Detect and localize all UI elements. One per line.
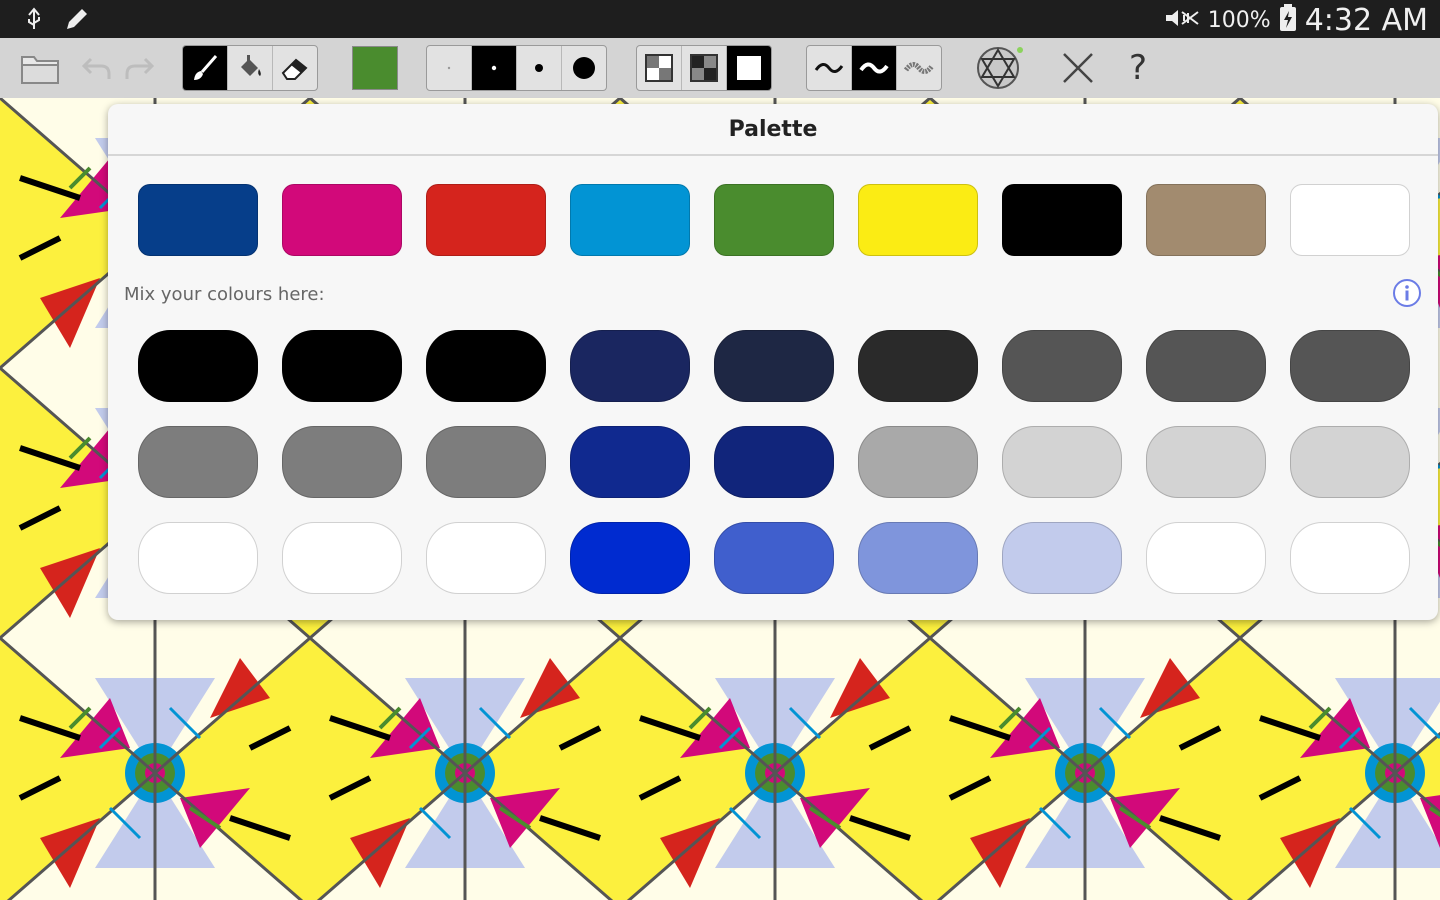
help-button[interactable]: ? [1118, 45, 1158, 91]
current-color-swatch[interactable] [352, 46, 398, 90]
size-medium-button[interactable] [517, 46, 562, 90]
mix-color-swatch[interactable] [282, 330, 402, 402]
mix-color-swatch[interactable] [714, 522, 834, 594]
palette-title: Palette [108, 104, 1438, 156]
mix-color-swatch[interactable] [1146, 522, 1266, 594]
undo-button[interactable] [78, 45, 116, 91]
redo-icon [125, 57, 155, 79]
status-bar: 100% 4:32 AM [0, 0, 1440, 38]
square-solid-icon [737, 56, 761, 80]
kaleidoscope-icon [977, 47, 1023, 89]
stroke-bold-button[interactable] [852, 46, 897, 90]
mix-color-swatch[interactable] [138, 426, 258, 498]
wave-textured-icon [903, 62, 935, 74]
redo-button[interactable] [120, 45, 158, 91]
usb-icon [22, 7, 46, 35]
size-tiny-button[interactable] [427, 46, 472, 90]
battery-percent: 100% [1207, 7, 1271, 33]
mix-color-swatch[interactable] [138, 330, 258, 402]
base-color-swatch[interactable] [138, 184, 258, 256]
info-icon [1393, 279, 1421, 307]
mix-colours-label: Mix your colours here: [124, 284, 325, 305]
tool-group [182, 45, 318, 91]
mix-color-swatch[interactable] [1146, 330, 1266, 402]
mix-color-swatch[interactable] [1146, 426, 1266, 498]
fill-bucket-icon [241, 55, 261, 76]
eraser-tool-button[interactable] [273, 46, 317, 90]
toolbar: ? [0, 38, 1440, 99]
mix-color-swatch[interactable] [570, 330, 690, 402]
mix-color-swatch[interactable] [282, 522, 402, 594]
mix-color-swatch[interactable] [1002, 330, 1122, 402]
stroke-smooth-button[interactable] [807, 46, 852, 90]
mix-color-swatch[interactable] [426, 522, 546, 594]
dot-tiny-icon [447, 66, 451, 70]
base-color-swatch[interactable] [858, 184, 978, 256]
base-color-swatch[interactable] [714, 184, 834, 256]
opacity-medium-button[interactable] [682, 46, 727, 90]
open-folder-button[interactable] [18, 45, 62, 91]
base-color-swatch[interactable] [1146, 184, 1266, 256]
wave-thin-icon [814, 63, 844, 73]
dot-large-icon [573, 57, 595, 79]
wave-bold-icon [859, 62, 889, 74]
mix-row [138, 330, 1410, 402]
opacity-low-button[interactable] [637, 46, 682, 90]
mix-color-swatch[interactable] [858, 426, 978, 498]
mix-color-swatch[interactable] [138, 522, 258, 594]
base-color-swatch[interactable] [1290, 184, 1410, 256]
base-color-swatch[interactable] [1002, 184, 1122, 256]
opacity-full-button[interactable] [727, 46, 771, 90]
checker-dark-icon [690, 54, 718, 82]
opacity-group [636, 45, 772, 91]
mix-color-swatch[interactable] [426, 426, 546, 498]
folder-icon [21, 56, 59, 84]
mix-color-swatch[interactable] [714, 330, 834, 402]
size-small-button[interactable] [472, 46, 517, 90]
mute-icon [1164, 6, 1200, 34]
brush-size-group [426, 45, 607, 91]
mix-color-swatch[interactable] [858, 330, 978, 402]
info-button[interactable] [1392, 278, 1422, 308]
stroke-textured-button[interactable] [897, 46, 941, 90]
base-color-swatch[interactable] [570, 184, 690, 256]
mix-color-swatch[interactable] [282, 426, 402, 498]
mix-color-swatch[interactable] [426, 330, 546, 402]
close-icon [1063, 53, 1093, 83]
help-icon: ? [1128, 48, 1148, 88]
undo-icon [81, 57, 111, 79]
kaleidoscope-settings-button[interactable] [974, 45, 1028, 91]
checker-light-icon [645, 54, 673, 82]
palette-dialog: Palette Mix your colours here: [108, 104, 1438, 620]
clock: 4:32 AM [1304, 2, 1428, 38]
mix-color-swatch[interactable] [570, 522, 690, 594]
base-color-swatch[interactable] [282, 184, 402, 256]
app-screen: 100% 4:32 AM ? Palette Mix your colours … [0, 0, 1440, 900]
clear-button[interactable] [1058, 45, 1098, 91]
fill-tool-button[interactable] [228, 46, 273, 90]
stroke-style-group [806, 45, 942, 91]
mix-color-swatch[interactable] [1002, 426, 1122, 498]
dot-small-icon [491, 65, 497, 71]
pencil-icon [64, 6, 90, 36]
brush-tool-button[interactable] [183, 46, 228, 90]
eraser-icon [281, 58, 308, 80]
mix-color-swatch[interactable] [714, 426, 834, 498]
mix-color-swatch[interactable] [1002, 522, 1122, 594]
mix-color-swatch[interactable] [570, 426, 690, 498]
base-color-swatch[interactable] [426, 184, 546, 256]
mix-color-swatch[interactable] [1290, 330, 1410, 402]
dot-medium-icon [535, 64, 543, 72]
mix-row [138, 522, 1410, 594]
mix-color-swatch[interactable] [858, 522, 978, 594]
size-large-button[interactable] [562, 46, 606, 90]
mix-row [138, 426, 1410, 498]
brush-icon [194, 55, 218, 80]
mix-color-swatch[interactable] [1290, 522, 1410, 594]
battery-icon [1279, 4, 1297, 36]
base-color-row [138, 184, 1410, 256]
mix-color-swatch[interactable] [1290, 426, 1410, 498]
